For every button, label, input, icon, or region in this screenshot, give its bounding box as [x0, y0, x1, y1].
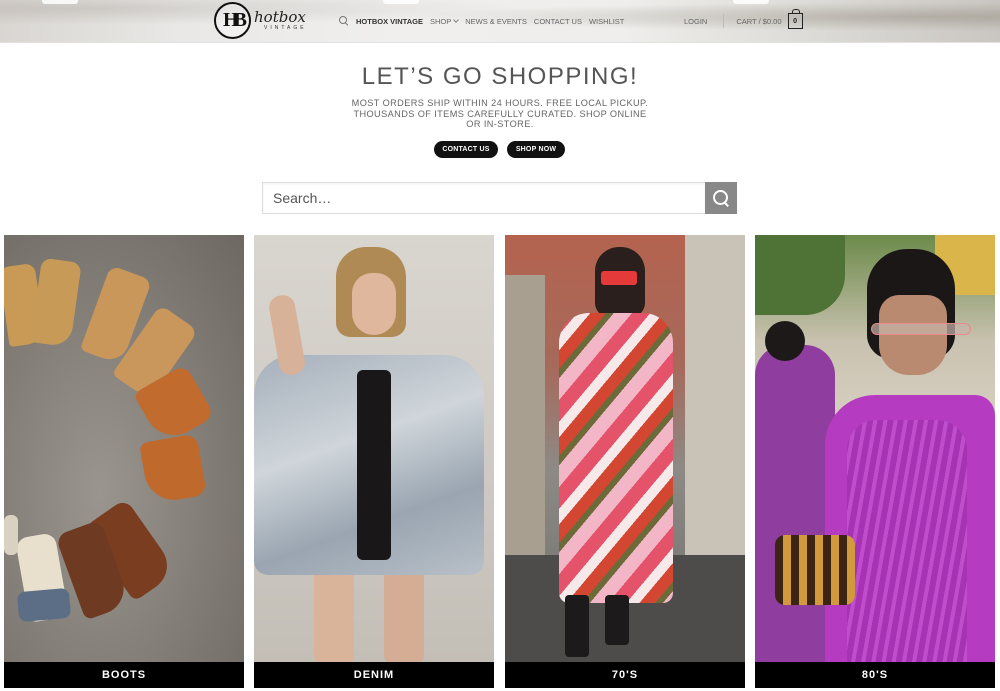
contact-us-button[interactable]: CONTACT US	[434, 141, 498, 158]
cart-link[interactable]: CART / $0.00	[736, 17, 781, 26]
hero-subtitle: MOST ORDERS SHIP WITHIN 24 HOURS. FREE L…	[351, 98, 649, 129]
shop-now-button[interactable]: SHOP NOW	[507, 141, 565, 158]
login-link[interactable]: LOGIN	[684, 17, 707, 26]
search-submit-button[interactable]	[705, 182, 737, 214]
logo-wordmark: hotbox VINTAGE	[254, 10, 307, 31]
search-icon	[713, 190, 729, 206]
search-icon[interactable]	[339, 16, 349, 26]
logo-word: hotbox	[254, 8, 306, 26]
header-decoration	[42, 0, 78, 4]
category-card-denim[interactable]: DENIM	[254, 235, 494, 688]
logo-monogram: HB	[214, 2, 251, 39]
page-title: LET’S GO SHOPPING!	[361, 63, 639, 90]
category-label-boots: BOOTS	[4, 662, 244, 688]
cart-count: 0	[793, 17, 797, 25]
category-image-boots	[4, 235, 244, 662]
category-label-70s: 70'S	[505, 662, 745, 688]
chevron-down-icon	[453, 16, 460, 23]
category-image-denim	[254, 235, 494, 662]
category-card-boots[interactable]: BOOTS	[4, 235, 244, 688]
category-image-80s	[755, 235, 995, 662]
cart-icon[interactable]: 0	[787, 9, 803, 29]
account-nav: LOGIN CART / $0.00 0	[684, 0, 803, 42]
nav-item-news-events[interactable]: NEWS & EVENTS	[465, 17, 527, 26]
category-image-70s	[505, 235, 745, 662]
category-card-70s[interactable]: 70'S	[505, 235, 745, 688]
nav-item-shop[interactable]: SHOP	[429, 16, 460, 26]
category-label-denim: DENIM	[254, 662, 494, 688]
product-search	[262, 182, 737, 214]
nav-item-wishlist[interactable]: WISHLIST	[589, 17, 624, 26]
nav-item-contact-us[interactable]: CONTACT US	[534, 17, 582, 26]
category-label-80s: 80'S	[755, 662, 995, 688]
search-input[interactable]	[262, 182, 705, 214]
logo-subword: VINTAGE	[264, 25, 307, 31]
nav-item-hotbox-vintage[interactable]: HOTBOX VINTAGE	[356, 17, 423, 26]
nav-divider	[723, 14, 725, 28]
site-header: HB hotbox VINTAGE HOTBOX VINTAGE SHOP NE…	[0, 0, 1000, 43]
main-nav: HOTBOX VINTAGE SHOP NEWS & EVENTS CONTAC…	[339, 0, 631, 42]
nav-item-shop-label: SHOP	[429, 16, 452, 26]
site-logo[interactable]: HB hotbox VINTAGE	[214, 2, 307, 39]
category-card-80s[interactable]: 80'S	[755, 235, 995, 688]
